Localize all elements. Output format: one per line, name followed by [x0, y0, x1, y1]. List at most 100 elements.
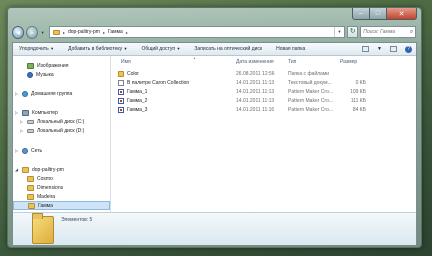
nav-item-label: Локальный диск (C:) — [37, 118, 85, 125]
recent-pages-dropdown-icon[interactable]: ▼ — [40, 30, 45, 35]
file-row[interactable]: Гамма_1 14.01.2011 11:13 Pattern Maker Cro… — [118, 88, 416, 96]
nav-item[interactable]: ▷ Сеть — [13, 146, 110, 155]
share-button[interactable]: Общий доступ ▼ — [141, 46, 180, 52]
folder-icon — [27, 193, 34, 200]
file-name: Color — [127, 71, 139, 77]
text-file-icon — [118, 80, 124, 86]
details-pane: Элементов: 5 — [13, 212, 416, 245]
file-row[interactable]: Гамма_3 14.01.2011 11:16 Pattern Maker Cro… — [118, 106, 416, 114]
chevron-down-icon: ▼ — [50, 46, 55, 51]
help-icon[interactable]: ? — [405, 45, 412, 53]
file-size: 84 КБ — [352, 107, 366, 113]
change-view-icon[interactable] — [362, 46, 370, 52]
file-list: ▲ Имя Дата изменения Тип Размер Color 26.… — [118, 56, 416, 212]
expand-arrow-icon[interactable]: ▷ — [14, 110, 19, 115]
file-type: Pattern Maker Cro... — [288, 89, 334, 95]
forward-button[interactable]: ▸ — [26, 25, 39, 39]
chevron-down-icon[interactable]: ▼ — [377, 46, 382, 52]
column-name[interactable]: Имя — [121, 59, 131, 65]
nav-item[interactable]: Гамма — [13, 201, 110, 210]
file-size: 109 КБ — [350, 89, 366, 95]
command-bar: Упорядочить ▼ Добавить в библиотеку ▼ Об… — [13, 43, 416, 56]
column-headers: ▲ Имя Дата изменения Тип Размер — [118, 56, 416, 67]
file-type: Pattern Maker Cro... — [288, 107, 334, 113]
file-row[interactable]: Color 26.08.2011 12:56 Папка с файлами — [118, 70, 416, 78]
music-icon — [27, 71, 33, 78]
nav-item-label: Компьютер — [32, 109, 58, 116]
new-folder-button[interactable]: Новая папка — [276, 46, 305, 52]
refresh-button[interactable]: ↻ — [347, 26, 359, 38]
nav-item-label: Madeira — [37, 193, 56, 200]
search-input[interactable] — [363, 29, 409, 35]
address-history-dropdown-icon[interactable]: ▼ — [334, 27, 344, 37]
organize-button[interactable]: Упорядочить ▼ — [19, 46, 54, 52]
window-controls: – □ ✕ — [352, 8, 417, 20]
nav-item[interactable]: ◢ dop-palitry-pm — [13, 165, 110, 174]
chevron-right-icon[interactable]: ▸ — [103, 30, 105, 35]
nav-item[interactable]: Cosmo — [13, 174, 110, 183]
view-controls: ▼ ? — [362, 45, 412, 53]
chevron-right-icon[interactable]: ▸ — [126, 30, 128, 35]
file-date: 26.08.2011 12:56 — [236, 71, 275, 77]
expand-arrow-icon[interactable]: ▷ — [19, 119, 24, 124]
file-date: 14.01.2011 11:13 — [236, 89, 275, 95]
file-size: 0 КБ — [355, 80, 366, 86]
maximize-button[interactable]: □ — [370, 8, 387, 20]
folder-icon — [28, 202, 35, 209]
search-icon[interactable]: ⌕ — [408, 29, 415, 36]
nav-item[interactable]: Dimensions — [13, 183, 110, 192]
pattern-file-icon — [118, 89, 124, 95]
preview-pane-icon[interactable] — [390, 46, 397, 52]
folder-icon — [32, 213, 54, 244]
nav-item[interactable]: ▷ Локальный диск (D:) — [13, 126, 110, 135]
expand-arrow-icon[interactable]: ▷ — [19, 128, 24, 133]
file-row[interactable]: В палитре Caron Collection 14.01.2011 11:… — [118, 79, 416, 87]
burn-button[interactable]: Записать на оптический диск — [194, 46, 262, 52]
column-type[interactable]: Тип — [288, 59, 296, 65]
nav-item-label: Cosmo — [37, 175, 53, 182]
address-bar[interactable]: ▸ dop-palitry-pm ▸ Гамма ▸ ▼ — [48, 26, 346, 38]
nav-item[interactable]: Madeira — [13, 192, 110, 201]
file-name: Гамма_3 — [127, 107, 148, 113]
nav-item-label: Гамма — [38, 202, 53, 209]
minimize-button[interactable]: – — [352, 8, 370, 20]
items-count: Элементов: 5 — [61, 217, 93, 223]
nav-item-label: Домашняя группа — [31, 90, 73, 97]
back-button[interactable]: ◂ — [12, 25, 25, 39]
pc-icon — [22, 109, 29, 116]
nav-item[interactable]: ▷ Локальный диск (C:) — [13, 117, 110, 126]
column-size[interactable]: Размер — [340, 59, 357, 65]
nav-item-label: dop-palitry-pm — [32, 166, 64, 173]
chevron-right-icon[interactable]: ▸ — [63, 30, 65, 35]
nav-item[interactable]: ▷ Домашняя группа — [13, 89, 110, 98]
pattern-file-icon — [118, 98, 124, 104]
nav-item-label: Локальный диск (D:) — [37, 127, 85, 134]
file-date: 14.01.2011 11:13 — [236, 98, 275, 104]
disk-icon — [27, 128, 34, 133]
close-button[interactable]: ✕ — [387, 8, 417, 20]
expand-arrow-icon[interactable]: ◢ — [14, 167, 19, 172]
folder-icon — [27, 175, 34, 182]
folder-icon — [22, 166, 29, 173]
file-row[interactable]: Гамма_2 14.01.2011 11:13 Pattern Maker Cro… — [118, 97, 416, 105]
breadcrumb-current[interactable]: Гамма — [108, 29, 123, 35]
explorer-window: – □ ✕ ◂ ▸ ▼ ▸ dop-palitry-pm ▸ Гамма ▸ ▼… — [7, 7, 422, 248]
nav-item[interactable]: Изображения — [13, 61, 110, 70]
chevron-down-icon: ▼ — [123, 46, 128, 51]
nav-item[interactable]: Музыка — [13, 70, 110, 79]
breadcrumb-root[interactable]: dop-palitry-pm — [68, 29, 100, 35]
expand-arrow-icon[interactable]: ▷ — [14, 148, 19, 153]
file-type: Текстовый докум... — [288, 80, 332, 86]
file-name: Гамма_2 — [127, 98, 148, 104]
search-box[interactable]: ⌕ — [360, 26, 417, 38]
nav-item-label: Музыка — [36, 71, 54, 78]
file-date: 14.01.2011 11:16 — [236, 107, 275, 113]
pattern-file-icon — [118, 107, 124, 113]
nav-item[interactable]: ▷ Компьютер — [13, 108, 110, 117]
share-label: Общий доступ — [141, 46, 176, 52]
file-size: 111 КБ — [350, 98, 366, 104]
folder-icon — [27, 184, 34, 191]
column-date[interactable]: Дата изменения — [236, 59, 274, 65]
expand-arrow-icon[interactable]: ▷ — [14, 91, 19, 96]
add-to-library-button[interactable]: Добавить в библиотеку ▼ — [68, 46, 127, 52]
